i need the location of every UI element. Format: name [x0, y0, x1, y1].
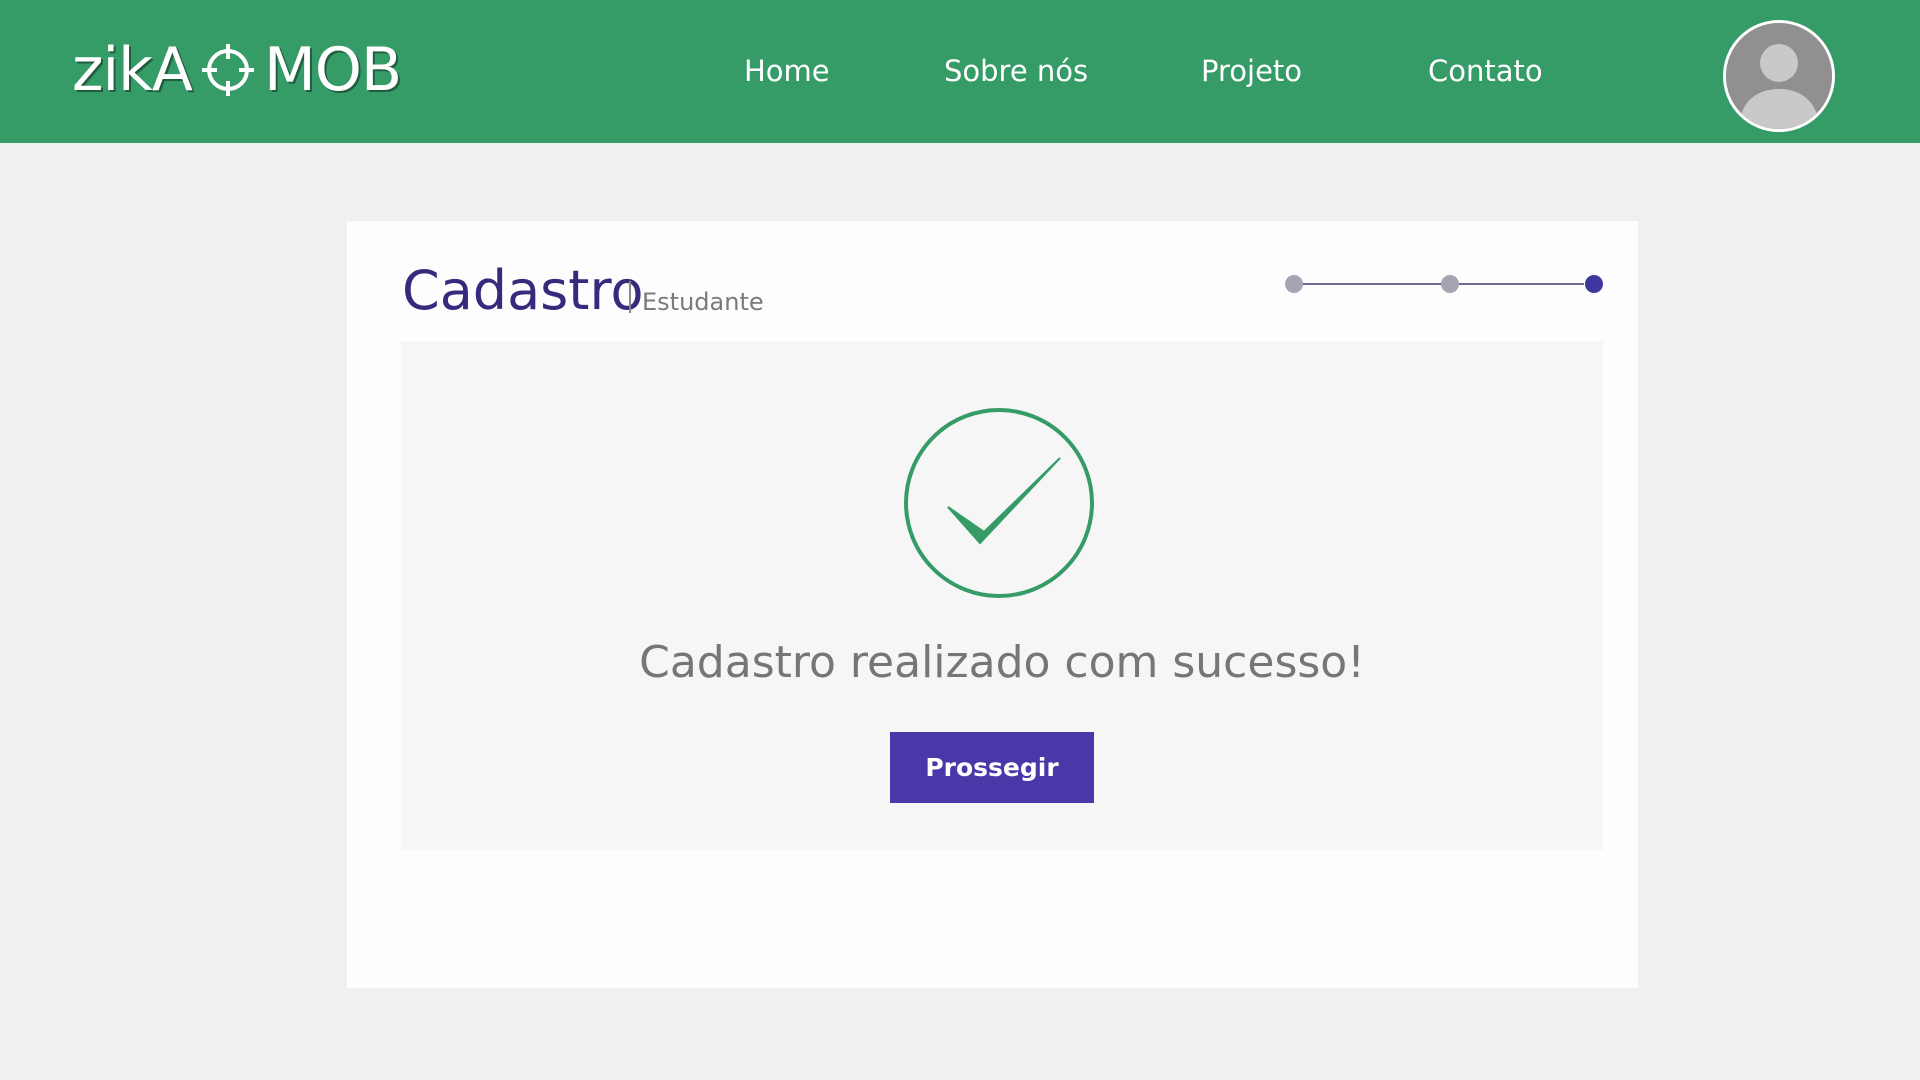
- registration-card: Cadastro Estudante Cadastro realizado co…: [347, 221, 1638, 988]
- crosshair-icon: [201, 44, 254, 96]
- logo-text-left: zikA: [72, 35, 193, 105]
- nav-home[interactable]: Home: [744, 45, 830, 97]
- user-avatar-icon: [1726, 23, 1832, 129]
- top-navbar: zikA MOB Home Sobre nós Projeto Contato: [0, 0, 1920, 143]
- step-3-dot: [1585, 275, 1603, 293]
- step-1-dot: [1285, 275, 1303, 293]
- logo-text-right: MOB: [263, 35, 402, 105]
- check-circle-icon: [904, 408, 1094, 598]
- nav-projeto[interactable]: Projeto: [1201, 45, 1302, 97]
- success-panel: Cadastro realizado com sucesso! Prossegi…: [401, 341, 1603, 850]
- step-2-dot: [1441, 275, 1459, 293]
- page-subtitle: Estudante: [642, 288, 764, 316]
- nav-contato[interactable]: Contato: [1428, 45, 1543, 97]
- success-message: Cadastro realizado com sucesso!: [639, 637, 1365, 688]
- zikamob-logo[interactable]: zikA MOB: [72, 34, 402, 106]
- page-title: Cadastro: [402, 259, 644, 322]
- nav-sobre-nos[interactable]: Sobre nós: [944, 45, 1088, 97]
- progress-stepper: [1285, 275, 1603, 293]
- proceed-button[interactable]: Prossegir: [890, 732, 1094, 803]
- user-avatar[interactable]: [1723, 20, 1835, 132]
- title-divider: [629, 281, 631, 313]
